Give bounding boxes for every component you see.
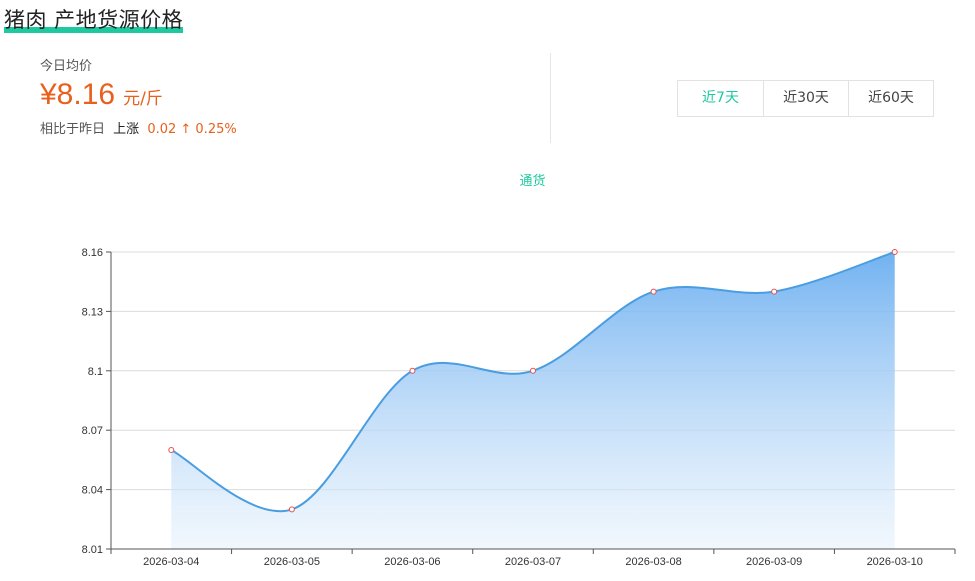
y-tick-label: 8.04 bbox=[82, 485, 103, 497]
x-tick-label: 2026-03-10 bbox=[867, 556, 923, 568]
y-tick-label: 8.01 bbox=[82, 544, 103, 556]
data-point bbox=[530, 367, 536, 374]
data-point bbox=[650, 288, 657, 295]
y-tick-label: 8.07 bbox=[82, 425, 103, 437]
x-tick-label: 2026-03-05 bbox=[264, 556, 320, 568]
x-tick-label: 2026-03-07 bbox=[505, 556, 561, 568]
y-tick-label: 8.16 bbox=[82, 247, 103, 259]
y-tick-label: 8.1 bbox=[88, 366, 103, 378]
x-tick-label: 2026-03-04 bbox=[143, 556, 199, 568]
x-tick-label: 2026-03-08 bbox=[625, 556, 681, 568]
series-area bbox=[171, 252, 895, 549]
page-title-text: 猪肉 产地货源价格 bbox=[4, 8, 184, 32]
x-tick-label: 2026-03-06 bbox=[384, 556, 440, 568]
data-point bbox=[288, 506, 295, 513]
page-title: 猪肉 产地货源价格 bbox=[4, 4, 184, 34]
data-point bbox=[891, 249, 898, 255]
data-point bbox=[771, 288, 778, 295]
data-point bbox=[168, 447, 175, 453]
price-chart: 8.01 8.04 8.07 8.1 8.13 8.16 2026-03-04 2026-03… bbox=[82, 247, 956, 568]
x-tick-label: 2026-03-09 bbox=[746, 556, 802, 568]
y-tick-label: 8.13 bbox=[82, 306, 103, 318]
data-point bbox=[409, 367, 416, 374]
area-layer bbox=[170, 251, 896, 549]
